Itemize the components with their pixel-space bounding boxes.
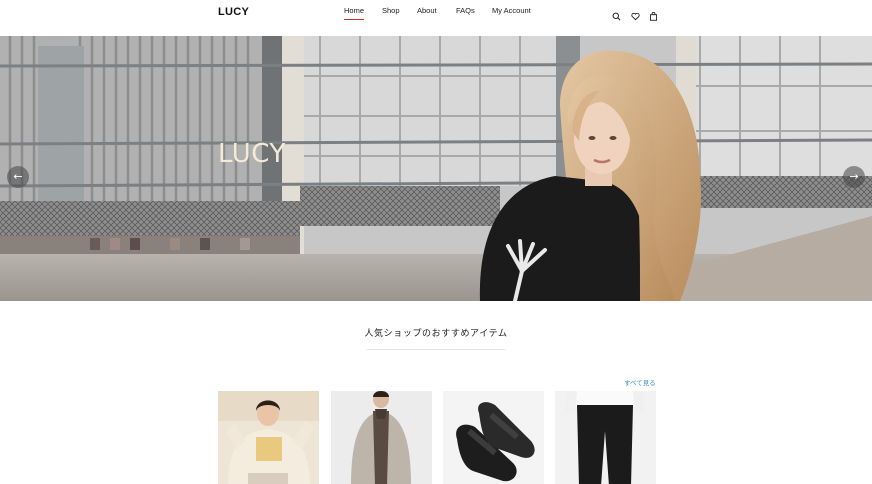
section-divider <box>367 349 505 350</box>
nav-item-shop[interactable]: Shop <box>382 6 400 15</box>
heart-icon[interactable] <box>631 6 640 21</box>
product-image-puffer-jacket <box>218 391 319 484</box>
nav-item-home[interactable]: Home <box>344 6 365 20</box>
section-title: 人気ショップのおすすめアイテム <box>364 329 508 339</box>
see-all-link[interactable]: すべて見る <box>624 377 656 387</box>
site-header: LUCY Home Shop About FAQs My Account <box>0 0 872 36</box>
product-image-sandals <box>443 391 544 484</box>
nav-item-about[interactable]: About <box>417 6 437 15</box>
hero-photo <box>0 36 872 301</box>
site-logo[interactable]: LUCY <box>218 6 249 18</box>
product-image-trousers <box>555 391 656 484</box>
bag-icon[interactable] <box>649 6 658 21</box>
hero-title: LUCY <box>218 139 286 169</box>
product-card[interactable] <box>555 391 656 484</box>
nav-item-faqs[interactable]: FAQs <box>456 6 475 15</box>
product-card[interactable] <box>331 391 432 484</box>
product-card[interactable] <box>218 391 319 484</box>
search-icon[interactable] <box>612 6 621 21</box>
hero-prev-button[interactable]: ← <box>7 166 29 188</box>
hero-next-button[interactable]: → <box>843 166 865 188</box>
nav-item-my-account[interactable]: My Account <box>492 6 531 15</box>
product-card[interactable] <box>443 391 544 484</box>
hero-banner: LUCY ← → <box>0 36 872 301</box>
product-image-grey-coat <box>331 391 432 484</box>
